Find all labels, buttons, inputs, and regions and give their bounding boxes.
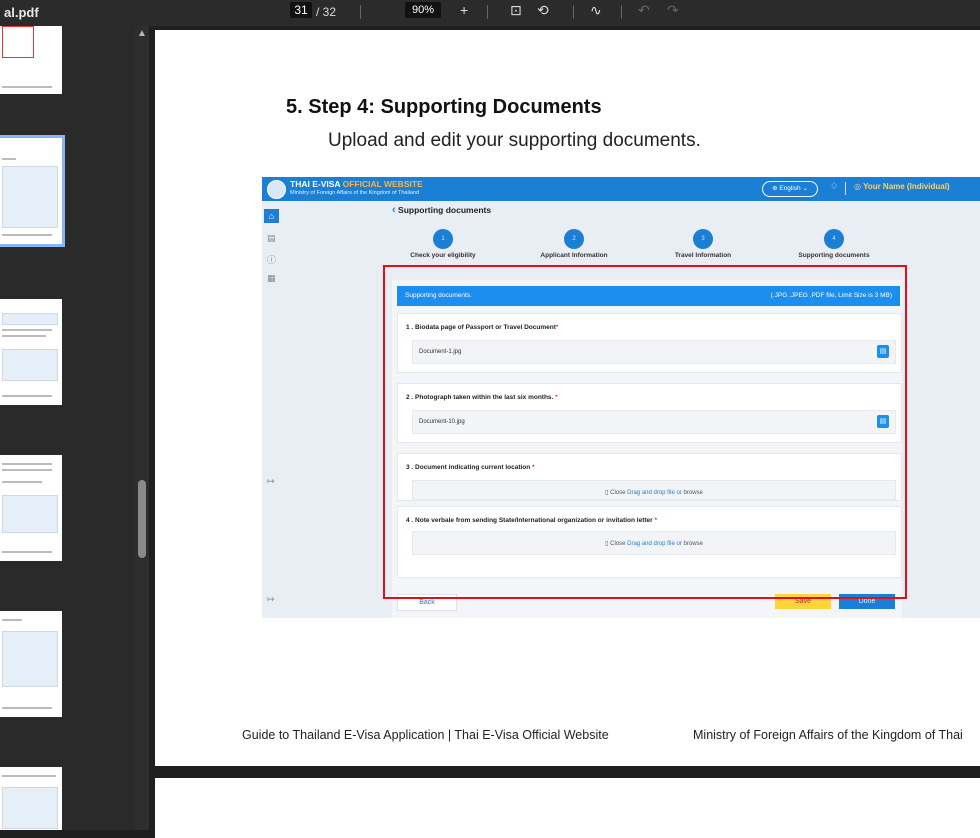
page-thumbnail[interactable] — [0, 611, 62, 717]
highlight-box — [383, 265, 907, 599]
step-circle: 4 — [824, 229, 844, 249]
page-thumbnail[interactable] — [0, 767, 62, 830]
toolbar-divider — [621, 5, 622, 19]
step-description: Upload and edit your supporting document… — [328, 130, 701, 151]
zoom-input[interactable]: 90% — [405, 2, 441, 18]
step-circle: 1 — [433, 229, 453, 249]
sidebar-scrollbar[interactable]: ▲ — [135, 26, 149, 830]
language-selector: ⊕ English ⌄ — [762, 181, 818, 197]
site-subtitle: Ministry of Foreign Affairs of the Kingd… — [290, 190, 420, 196]
redo-icon[interactable]: ↷ — [667, 2, 679, 19]
page-thumbnail[interactable] — [0, 26, 62, 94]
highlight-icon[interactable]: ∿ — [590, 2, 602, 19]
logout-icon: ↦ — [267, 594, 275, 604]
toolbar-divider — [487, 5, 488, 19]
pdf-page-next — [155, 778, 980, 838]
site-title: THAI E-VISA OFFICIAL WEBSITE — [290, 179, 423, 189]
site-header: THAI E-VISA OFFICIAL WEBSITE Ministry of… — [262, 177, 980, 201]
step-heading: 5. Step 4: Supporting Documents — [286, 96, 602, 118]
scroll-up-icon[interactable]: ▲ — [137, 28, 147, 39]
calendar-icon: ▦ — [267, 273, 276, 283]
page-thumbnail-selected[interactable] — [0, 135, 65, 247]
footer-left: Guide to Thailand E-Visa Application | T… — [242, 728, 609, 742]
step-label: Travel Information — [674, 252, 732, 259]
fit-page-icon[interactable]: ⊡ — [510, 2, 522, 19]
chevron-left-icon: ‹ — [392, 204, 396, 216]
info-icon: ⓘ — [267, 255, 277, 265]
page-number-input[interactable]: 31 — [290, 2, 312, 18]
bell-icon: ♢ — [830, 181, 839, 191]
scrollbar-thumb[interactable] — [138, 480, 146, 558]
page-thumbnail[interactable] — [0, 299, 62, 405]
step-label: Supporting documents — [798, 252, 870, 259]
toolbar-divider — [573, 5, 574, 19]
file-name: al.pdf — [4, 5, 39, 20]
document-icon: ▤ — [267, 233, 276, 243]
page-thumbnail[interactable] — [0, 455, 62, 561]
side-nav: ⌂ ▤ ⓘ ▦ ↦ ↦ — [262, 201, 282, 618]
step-label: Check your eligibility — [410, 252, 476, 259]
user-name: ◎ Your Name (Individual) — [854, 182, 950, 191]
step-circle: 3 — [693, 229, 713, 249]
step-circle: 2 — [564, 229, 584, 249]
thumbnail-sidebar[interactable] — [0, 26, 135, 830]
zoom-in-icon[interactable]: + — [460, 2, 468, 18]
step-label: Applicant Information — [540, 252, 608, 259]
page-total: / 32 — [316, 5, 337, 19]
undo-icon[interactable]: ↶ — [638, 2, 650, 19]
back-link: ‹ Supporting documents — [392, 204, 492, 216]
home-icon: ⌂ — [264, 209, 279, 223]
toolbar-divider — [360, 5, 361, 19]
pdf-page: 5. Step 4: Supporting Documents Upload a… — [155, 30, 980, 766]
footer-right: Ministry of Foreign Affairs of the Kingd… — [693, 728, 963, 742]
user-icon: ◎ — [854, 182, 861, 191]
logout-icon: ↦ — [267, 476, 275, 486]
emblem-logo — [267, 180, 286, 199]
viewer-toolbar: al.pdf 31 / 32 90% + ⊡ ⟲ ∿ ↶ ↷ — [0, 0, 980, 26]
rotate-icon[interactable]: ⟲ — [537, 2, 549, 19]
